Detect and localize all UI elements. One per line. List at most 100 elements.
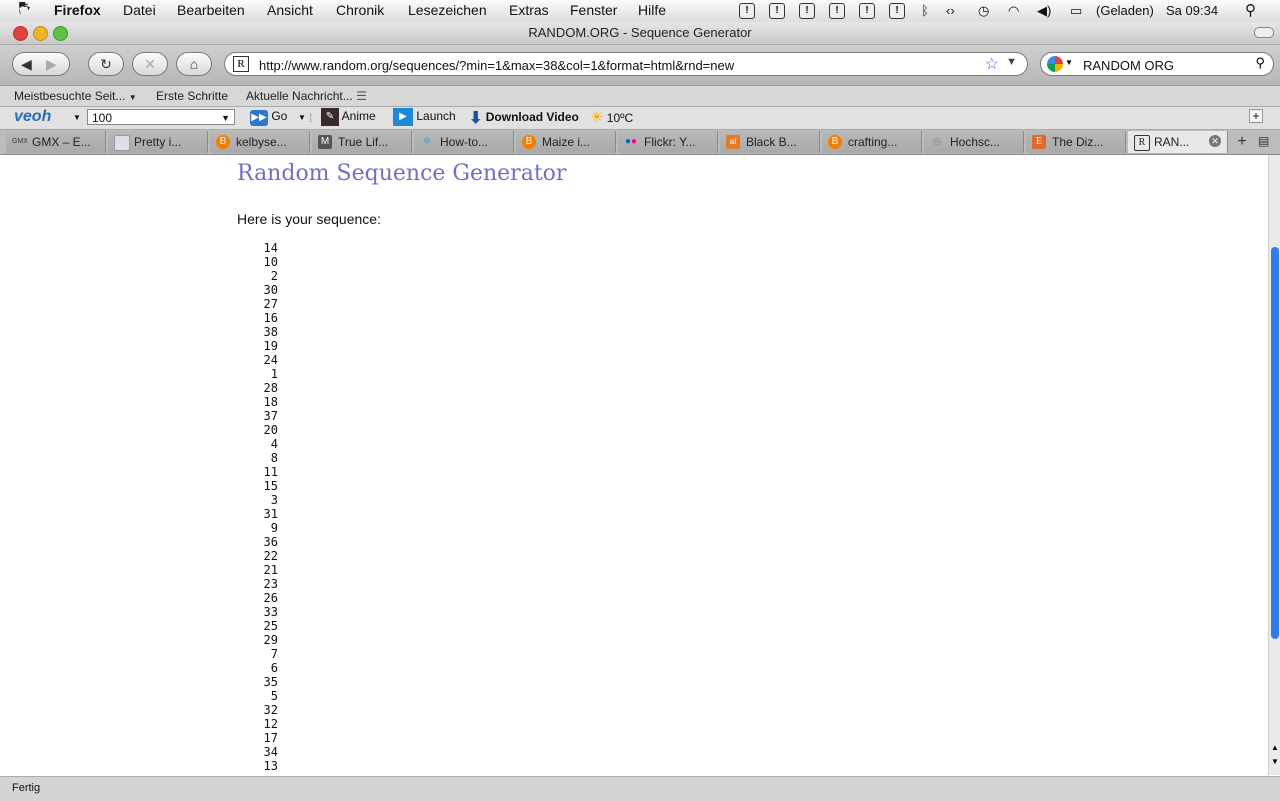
sequence-item: 36 [263,535,278,549]
search-engine-dropdown-icon[interactable]: ▼ [1065,58,1073,67]
tab-label: GMX – E... [32,135,91,149]
sequence-item: 24 [263,353,278,367]
tab-pretty[interactable]: Pretty i... [108,131,208,153]
reload-button[interactable]: ↻ [88,52,124,76]
clock[interactable]: Sa 09:34 [1166,3,1218,18]
close-tab-icon[interactable]: ✕ [1209,135,1221,147]
sequence-item: 20 [263,423,278,437]
tab-kelbyse[interactable]: B kelbyse... [210,131,310,153]
battery-status: (Geladen) [1096,3,1154,18]
go-label: Go [271,109,288,123]
bookmark-getting-started[interactable]: Erste Schritte [156,89,228,103]
page-title: Random Sequence Generator [237,161,567,186]
veoh-menu-dropdown-icon[interactable]: ▼ [73,113,81,122]
scroll-down-arrow-icon[interactable]: ▼ [1271,757,1279,766]
spotlight-search-icon[interactable]: ⚲ [1245,1,1256,19]
menu-app-firefox[interactable]: Firefox [54,2,101,18]
url-input[interactable] [257,56,981,74]
volume-icon[interactable]: ◀) [1037,3,1051,19]
sequence-item: 22 [263,549,278,563]
tab-flickr[interactable]: ●● Flickr: Y... [618,131,718,153]
stop-icon: ✕ [144,56,156,72]
back-arrow-icon[interactable]: ◀ [21,53,32,75]
toolbar-toggle-button[interactable] [1254,27,1274,38]
spiral-favicon-icon: ◎ [932,136,942,147]
search-engine-icon[interactable] [1047,56,1063,72]
search-bar: ▼ ⚲ [1040,52,1274,76]
menu-lesezeichen[interactable]: Lesezeichen [408,2,487,18]
scrollbar-thumb[interactable] [1271,247,1279,639]
picture-favicon-icon [114,135,130,151]
menu-extras[interactable]: Extras [509,2,549,18]
snowflake-favicon-icon: ❄ [422,136,432,147]
scroll-up-arrow-icon[interactable]: ▲ [1271,743,1279,752]
menu-datei[interactable]: Datei [123,2,156,18]
new-tab-button[interactable]: + [1232,132,1252,152]
tab-label: RAN... [1154,135,1190,149]
menu-fenster[interactable]: Fenster [570,2,617,18]
alert-icon[interactable]: ! [889,3,905,19]
menu-ansicht[interactable]: Ansicht [267,2,313,18]
alert-icon[interactable]: ! [859,3,875,19]
tab-hochsc[interactable]: ◎ Hochsc... [924,131,1024,153]
menu-hilfe[interactable]: Hilfe [638,2,666,18]
anime-button[interactable]: ✎ Anime [321,108,376,126]
alert-icon[interactable]: ! [739,3,755,19]
search-icon[interactable]: ⚲ [1255,55,1265,71]
tab-label: How-to... [440,135,489,149]
tab-true-life[interactable]: M True Lif... [312,131,412,153]
alert-icon[interactable]: ! [829,3,845,19]
zoom-select-value: 100 [92,111,113,125]
history-dropdown-icon[interactable]: ▼ [1006,56,1017,68]
navigation-toolbar: ◀ ▶ ↻ ✕ ⌂ R ☆ ▼ ▼ ⚲ [0,45,1280,86]
search-input[interactable] [1081,56,1245,74]
tab-how-to[interactable]: ❄ How-to... [414,131,514,153]
site-favicon-icon: R [233,56,249,72]
sequence-item: 27 [263,297,278,311]
battery-icon[interactable]: ▭ [1070,3,1082,19]
stop-button[interactable]: ✕ [132,52,168,76]
bluetooth-icon[interactable]: ᛒ [921,3,929,18]
sequence-item: 2 [270,269,278,283]
go-button[interactable]: ▶▶ Go [250,109,287,126]
browser-window: RANDOM.ORG - Sequence Generator ◀ ▶ ↻ ✕ … [0,22,1280,801]
tab-maize[interactable]: B Maize i... [516,131,616,153]
blogger-favicon-icon: B [216,135,230,149]
tab-random-org[interactable]: R RAN... ✕ [1128,131,1228,153]
menu-chronik[interactable]: Chronik [336,2,384,18]
menu-bar: Firefox Datei Bearbeiten Ansicht Chronik… [0,0,1280,23]
go-dropdown-icon[interactable]: ▼ [298,113,306,122]
sequence-item: 1 [270,367,278,381]
alert-icon[interactable]: ! [799,3,815,19]
forward-arrow-icon[interactable]: ▶ [46,53,57,75]
tab-label: Black B... [746,135,797,149]
sequence-item: 32 [263,703,278,717]
tab-gmx[interactable]: GMX GMX – E... [6,131,106,153]
add-toolbar-button[interactable]: + [1249,109,1263,123]
bookmark-most-visited[interactable]: Meistbesuchte Seit... ▼ [14,89,137,103]
apple-icon[interactable] [18,2,32,18]
sequence-item: 14 [263,241,278,255]
sequence-item: 34 [263,745,278,759]
home-button[interactable]: ⌂ [176,52,212,76]
alert-icon[interactable]: ! [769,3,785,19]
vertical-scrollbar[interactable]: ▲ ▼ [1268,155,1280,775]
wifi-icon[interactable]: ◠ [1008,3,1019,19]
launch-label: Launch [416,109,456,124]
menu-bearbeiten[interactable]: Bearbeiten [177,2,245,18]
bookmark-star-icon[interactable]: ☆ [985,54,999,74]
tab-black-b[interactable]: af Black B... [720,131,820,153]
sync-arrows-icon[interactable]: ‹› [946,3,955,18]
time-machine-icon[interactable]: ◷ [978,3,989,19]
weather-widget[interactable]: ☀ 10ºC [590,108,633,126]
launch-button[interactable]: ▶ Launch [393,108,456,126]
tab-list-icon[interactable]: ▤ [1258,134,1278,148]
blogger-favicon-icon: B [522,135,536,149]
bookmark-latest-news[interactable]: Aktuelle Nachricht... ☰ [246,89,367,103]
window-title: RANDOM.ORG - Sequence Generator [528,25,752,40]
veoh-logo[interactable]: veoh [14,108,51,126]
download-video-button[interactable]: ⬇ Download Video [469,108,579,128]
tab-the-diz[interactable]: E The Diz... [1026,131,1126,153]
zoom-select[interactable]: 100 ▼ [87,109,235,125]
tab-crafting[interactable]: B crafting... [822,131,922,153]
